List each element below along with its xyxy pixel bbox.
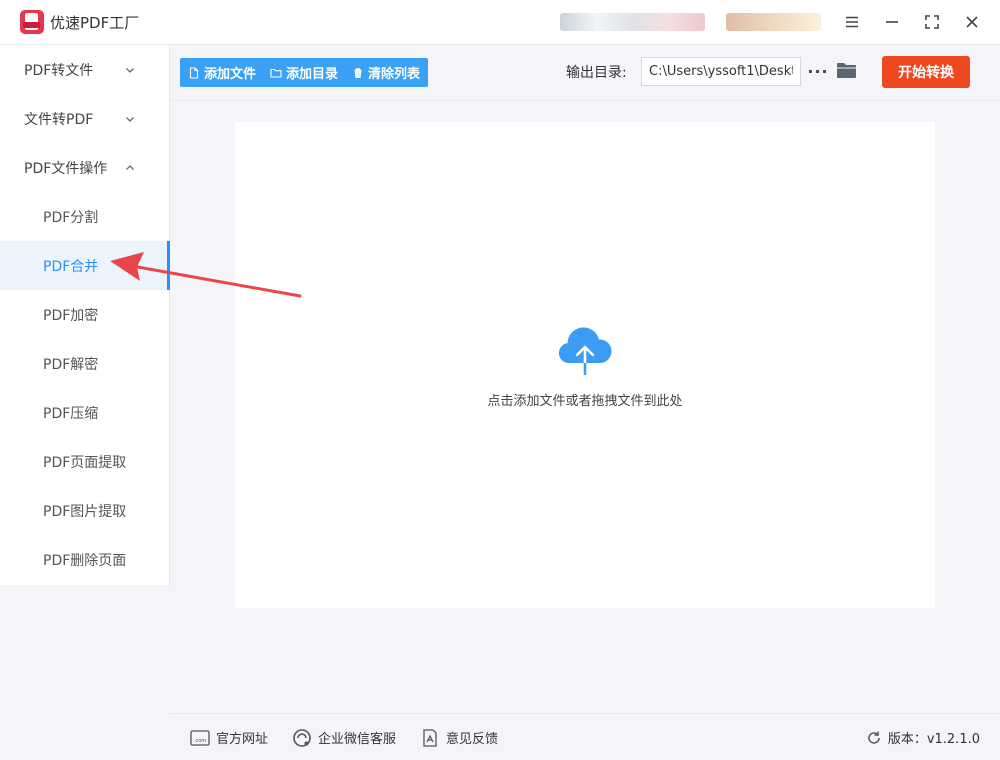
app-logo [20, 10, 44, 34]
minimize-button[interactable] [877, 8, 907, 36]
browse-more-button[interactable]: ··· [807, 59, 828, 83]
close-button[interactable] [957, 8, 987, 36]
minimize-icon [886, 21, 898, 23]
sidebar-group-label: PDF文件操作 [24, 160, 108, 177]
sidebar-group-pdf-operations[interactable]: PDF文件操作 [0, 143, 169, 192]
footer: .com 官方网址 企业微信客服 意见反馈 版本：v1.2.1.0 [170, 713, 1000, 760]
file-drop-zone[interactable]: 点击添加文件或者拖拽文件到此处 [235, 122, 935, 608]
trash-icon [354, 67, 362, 78]
feedback-link[interactable]: 意见反馈 [420, 728, 498, 747]
chevron-down-icon [126, 116, 134, 122]
sidebar-item-pdf-page-extract[interactable]: PDF页面提取 [0, 437, 169, 486]
version-label: 版本：v1.2.1.0 [887, 732, 980, 747]
app-title: 优速PDF工厂 [50, 13, 140, 32]
blurred-user-info [560, 13, 705, 31]
sidebar: PDF转文件 文件转PDF PDF文件操作 PDF分割 PDF合并 PDF加密 … [0, 45, 170, 585]
feedback-icon [423, 728, 437, 747]
add-file-button[interactable]: 添加文件 [188, 63, 256, 82]
open-folder-icon[interactable] [836, 61, 858, 81]
sidebar-item-pdf-split[interactable]: PDF分割 [0, 192, 169, 241]
chevron-up-icon [126, 164, 134, 170]
sidebar-item-pdf-image-extract[interactable]: PDF图片提取 [0, 486, 169, 535]
hamburger-icon [846, 16, 858, 28]
start-convert-button[interactable]: 开始转换 [882, 56, 970, 88]
file-icon [189, 66, 199, 79]
sidebar-item-pdf-merge[interactable]: PDF合并 [0, 241, 170, 290]
wechat-support-link[interactable]: 企业微信客服 [292, 728, 396, 747]
output-dir-input[interactable] [641, 57, 801, 86]
chevron-down-icon [126, 67, 134, 73]
website-icon: .com [190, 729, 210, 746]
official-website-link[interactable]: .com 官方网址 [190, 728, 268, 747]
sidebar-item-label: PDF删除页面 [43, 552, 127, 569]
refresh-icon [868, 731, 880, 744]
sidebar-item-label: PDF分割 [43, 209, 99, 226]
title-bar: 优速PDF工厂 [0, 0, 1000, 45]
sidebar-item-label: PDF加密 [43, 307, 99, 324]
blurred-account-info [726, 13, 821, 31]
official-website-label: 官方网址 [216, 732, 269, 747]
output-dir-label: 输出目录: [566, 65, 627, 81]
chat-support-icon [293, 728, 311, 747]
add-directory-button[interactable]: 添加目录 [270, 63, 338, 82]
toolbar: 添加文件 添加目录 清除列表 输出目录: ··· 开始转换 [170, 45, 1000, 101]
add-directory-label: 添加目录 [286, 67, 339, 82]
sidebar-item-label: PDF图片提取 [43, 503, 127, 520]
feedback-label: 意见反馈 [446, 732, 499, 747]
close-icon [966, 16, 978, 28]
version-info[interactable]: 版本：v1.2.1.0 [866, 728, 980, 747]
wechat-support-label: 企业微信客服 [318, 732, 397, 747]
clear-list-label: 清除列表 [368, 67, 421, 82]
sidebar-item-label: PDF解密 [43, 356, 99, 373]
sidebar-item-label: PDF压缩 [43, 405, 99, 422]
sidebar-item-pdf-compress[interactable]: PDF压缩 [0, 388, 169, 437]
sidebar-group-label: 文件转PDF [24, 111, 94, 128]
clear-list-button[interactable]: 清除列表 [352, 63, 420, 82]
drop-zone-hint: 点击添加文件或者拖拽文件到此处 [487, 394, 683, 409]
add-file-label: 添加文件 [204, 67, 257, 82]
svg-text:.com: .com [194, 738, 206, 744]
menu-button[interactable] [837, 8, 867, 36]
sidebar-item-pdf-encrypt[interactable]: PDF加密 [0, 290, 169, 339]
fullscreen-icon [925, 15, 939, 29]
sidebar-group-pdf-to-file[interactable]: PDF转文件 [0, 45, 169, 94]
maximize-button[interactable] [917, 8, 947, 36]
sidebar-item-label: PDF页面提取 [43, 454, 127, 471]
folder-icon [270, 68, 282, 78]
file-button-group: 添加文件 添加目录 清除列表 [180, 58, 429, 87]
sidebar-item-pdf-delete-pages[interactable]: PDF删除页面 [0, 535, 169, 584]
sidebar-group-label: PDF转文件 [24, 62, 94, 79]
sidebar-item-pdf-decrypt[interactable]: PDF解密 [0, 339, 169, 388]
sidebar-group-file-to-pdf[interactable]: 文件转PDF [0, 94, 169, 143]
sidebar-item-label: PDF合并 [43, 258, 99, 275]
cloud-upload-icon [558, 327, 612, 377]
